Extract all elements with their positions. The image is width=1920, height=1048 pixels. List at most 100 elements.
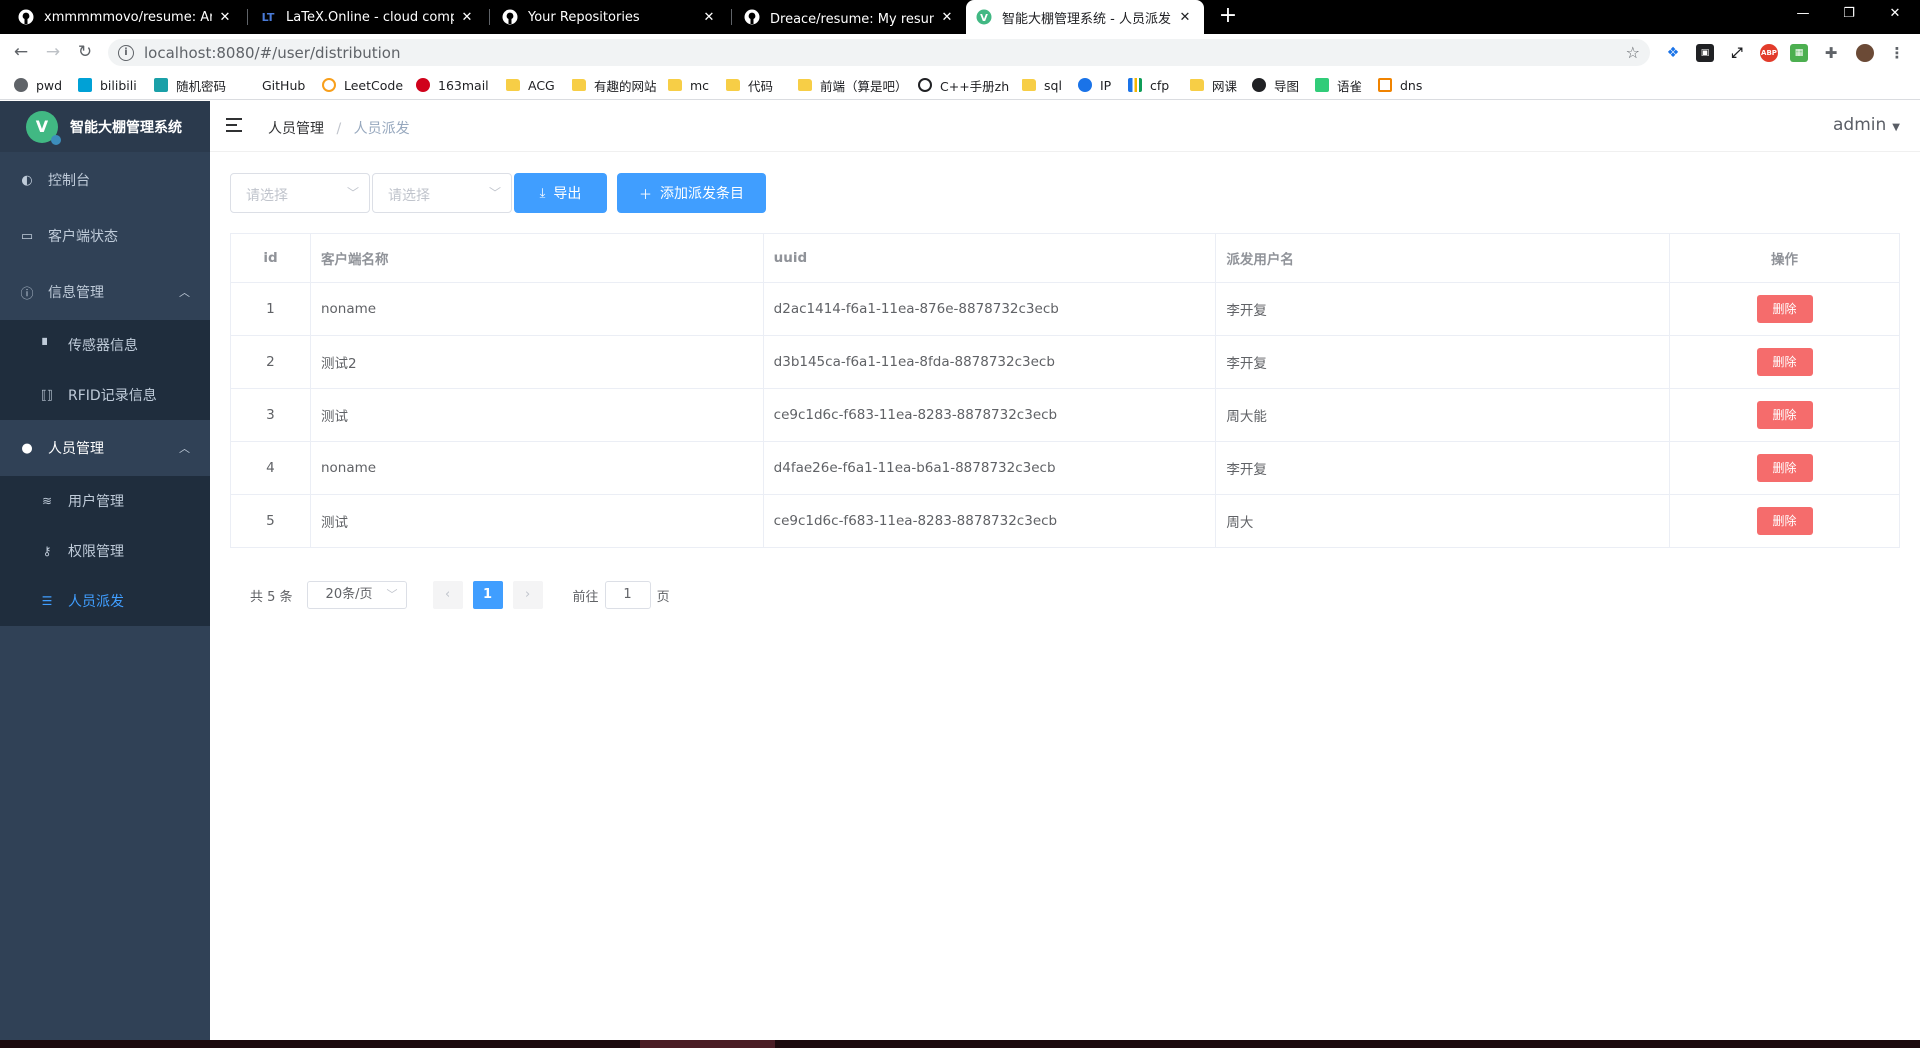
reload-icon[interactable]: ↻ (72, 40, 98, 64)
cell-uuid: ce9c1d6c-f683-11ea-8283-8878732c3ecb (762, 388, 1217, 442)
cell-client: 测试2 (309, 335, 764, 389)
sidebar-item-distribution[interactable]: ☰ 人员派发 (0, 576, 210, 626)
logo[interactable]: V 智能大棚管理系统 (0, 101, 210, 152)
table-row: 4 noname d4fae26e-f6a1-11ea-b6a1-8878732c3… (230, 441, 1900, 495)
extension-icon[interactable]: ▦ (1790, 44, 1808, 62)
header-client: 客户端名称 (309, 233, 764, 283)
close-icon[interactable]: ✕ (938, 10, 956, 25)
bookmark-item[interactable]: pwd (14, 76, 62, 94)
back-icon[interactable]: ← (8, 40, 34, 64)
delete-button[interactable]: 删除 (1756, 507, 1813, 535)
close-icon[interactable]: ✕ (216, 10, 234, 25)
sidebar-item-rfid[interactable]: ⟦⟧ RFID记录信息 (0, 370, 210, 420)
extension-icon[interactable]: ▣ (1696, 44, 1714, 62)
navbar: 人员管理 / 人员派发 admin ▼ (210, 101, 1920, 152)
more-icon[interactable]: ⋮ (1888, 44, 1906, 62)
bookmark-item[interactable]: LeetCode (322, 76, 403, 94)
close-icon[interactable]: ✕ (700, 10, 718, 25)
browser-tab-active[interactable]: V 智能大棚管理系统 - 人员派发 ✕ (966, 0, 1204, 34)
star-icon[interactable]: ☆ (1626, 43, 1640, 62)
close-icon[interactable]: ✕ (1176, 10, 1194, 25)
sidebar-item-users[interactable]: ≋ 用户管理 (0, 476, 210, 526)
latex-icon: LT (261, 10, 275, 24)
adblock-icon[interactable]: ABP (1760, 44, 1778, 62)
username: admin (1833, 115, 1887, 135)
prev-page-button[interactable]: ‹ (432, 581, 463, 609)
page-number-current[interactable]: 1 (472, 581, 503, 609)
cell-operation: 删除 (1669, 282, 1900, 336)
browser-tab[interactable]: Your Repositories ✕ (492, 0, 728, 34)
browser-tab[interactable]: xmmmmmovo/resume: An ele ✕ (8, 0, 244, 34)
avatar[interactable] (1856, 44, 1874, 62)
table-row: 2 测试2 d3b145ca-f6a1-11ea-8fda-8878732c3ecb… (230, 335, 1900, 389)
browser-tab[interactable]: LT LaTeX.Online - cloud compiler ✕ (250, 0, 486, 34)
minimize-icon[interactable]: — (1780, 0, 1826, 30)
cell-client: noname (309, 441, 764, 495)
goto-page-input[interactable]: 1 (604, 581, 651, 609)
list-icon: ☰ (41, 594, 53, 608)
extension-icon[interactable]: ❖ (1664, 44, 1682, 62)
delete-button[interactable]: 删除 (1756, 454, 1813, 482)
extension-icon[interactable]: ⤢ (1728, 44, 1746, 62)
next-page-button[interactable]: › (512, 581, 543, 609)
checkbox-icon (154, 78, 168, 92)
chevron-down-icon: ﹀ (346, 186, 359, 200)
page-size-select[interactable]: 20条/页 ﹀ (306, 581, 407, 609)
bookmark-item[interactable]: 语雀 (1315, 76, 1362, 94)
bookmark-label: GitHub (262, 77, 306, 93)
client-select[interactable]: 请选择 ﹀ (230, 173, 370, 213)
bookmark-item[interactable]: GitHub (240, 76, 305, 94)
bilibili-icon (78, 78, 92, 92)
bookmarks-bar: pwd bilibili 随机密码 GitHub LeetCode 163mail ACG 有… (0, 70, 1920, 100)
bookmark-item[interactable]: 网课 (1190, 76, 1237, 94)
export-button[interactable]: ⤓ 导出 (514, 173, 607, 213)
bookmark-item[interactable]: 有趣的网站 (572, 76, 657, 94)
table-row: 3 测试 ce9c1d6c-f683-11ea-8283-8878732c3ecb 周… (230, 388, 1900, 442)
bookmark-item[interactable]: bilibili (78, 76, 137, 94)
forward-icon[interactable]: → (40, 40, 66, 64)
user-select[interactable]: 请选择 ﹀ (372, 173, 512, 213)
header-uuid: uuid (762, 233, 1217, 283)
sidebar-item-dashboard[interactable]: ◐ 控制台 (0, 152, 210, 208)
sidebar-group-info[interactable]: ⓘ 信息管理 ︿ (0, 264, 210, 320)
address-bar[interactable]: i localhost:8080/#/user/distribution ☆ (108, 39, 1650, 66)
new-tab-button[interactable]: + (1214, 0, 1242, 34)
bookmark-item[interactable]: dns (1378, 76, 1422, 94)
bookmark-item[interactable]: 前端（算是吧） (798, 76, 908, 94)
breadcrumb-parent[interactable]: 人员管理 (268, 121, 324, 137)
distribution-table: id 客户端名称 uuid 派发用户名 操作 1 noname d2ac1414-f… (230, 233, 1900, 548)
bookmark-item[interactable]: 随机密码 (154, 76, 226, 94)
yuque-icon (1315, 78, 1329, 92)
sidebar: V 智能大棚管理系统 ◐ 控制台 ▭ 客户端状态 ⓘ 信息管理 ︿ ▘ 传感器信… (0, 101, 210, 1040)
delete-button[interactable]: 删除 (1756, 401, 1813, 429)
bookmark-item[interactable]: mc (668, 76, 709, 94)
delete-button[interactable]: 删除 (1756, 295, 1813, 323)
sidebar-item-client-status[interactable]: ▭ 客户端状态 (0, 208, 210, 264)
bookmark-item[interactable]: sql (1022, 76, 1062, 94)
bookmark-item[interactable]: IP (1078, 76, 1111, 94)
browser-tab[interactable]: Dreace/resume: My resume/个 ✕ (734, 0, 966, 34)
bookmark-item[interactable]: 163mail (416, 76, 489, 94)
bookmark-item[interactable]: ACG (506, 76, 555, 94)
ip-icon (1078, 78, 1092, 92)
add-label: 添加派发条目 (660, 186, 744, 202)
sidebar-item-permissions[interactable]: ⚷ 权限管理 (0, 526, 210, 576)
info-icon[interactable]: i (118, 44, 134, 61)
sidebar-item-sensor[interactable]: ▘ 传感器信息 (0, 320, 210, 370)
user-menu[interactable]: admin ▼ (1833, 115, 1900, 135)
hamburger-icon[interactable] (226, 118, 242, 132)
restore-icon[interactable]: ❐ (1826, 0, 1872, 30)
sidebar-group-people[interactable]: ● 人员管理 ︿ (0, 420, 210, 476)
bookmark-item[interactable]: 代码 (726, 76, 773, 94)
delete-button[interactable]: 删除 (1756, 348, 1813, 376)
puzzle-icon[interactable]: ✚ (1822, 44, 1840, 62)
bookmark-item[interactable]: cfp (1128, 76, 1169, 94)
bookmark-item[interactable]: 导图 (1252, 76, 1299, 94)
bookmark-item[interactable]: C++手册zh (918, 76, 1009, 94)
sidebar-item-label: 传感器信息 (68, 338, 138, 354)
breadcrumb-current: 人员派发 (353, 121, 410, 137)
add-distribution-button[interactable]: ＋ 添加派发条目 (617, 173, 766, 213)
close-window-icon[interactable]: ✕ (1872, 0, 1918, 30)
close-icon[interactable]: ✕ (458, 10, 476, 25)
svg-text:V: V (980, 13, 988, 24)
